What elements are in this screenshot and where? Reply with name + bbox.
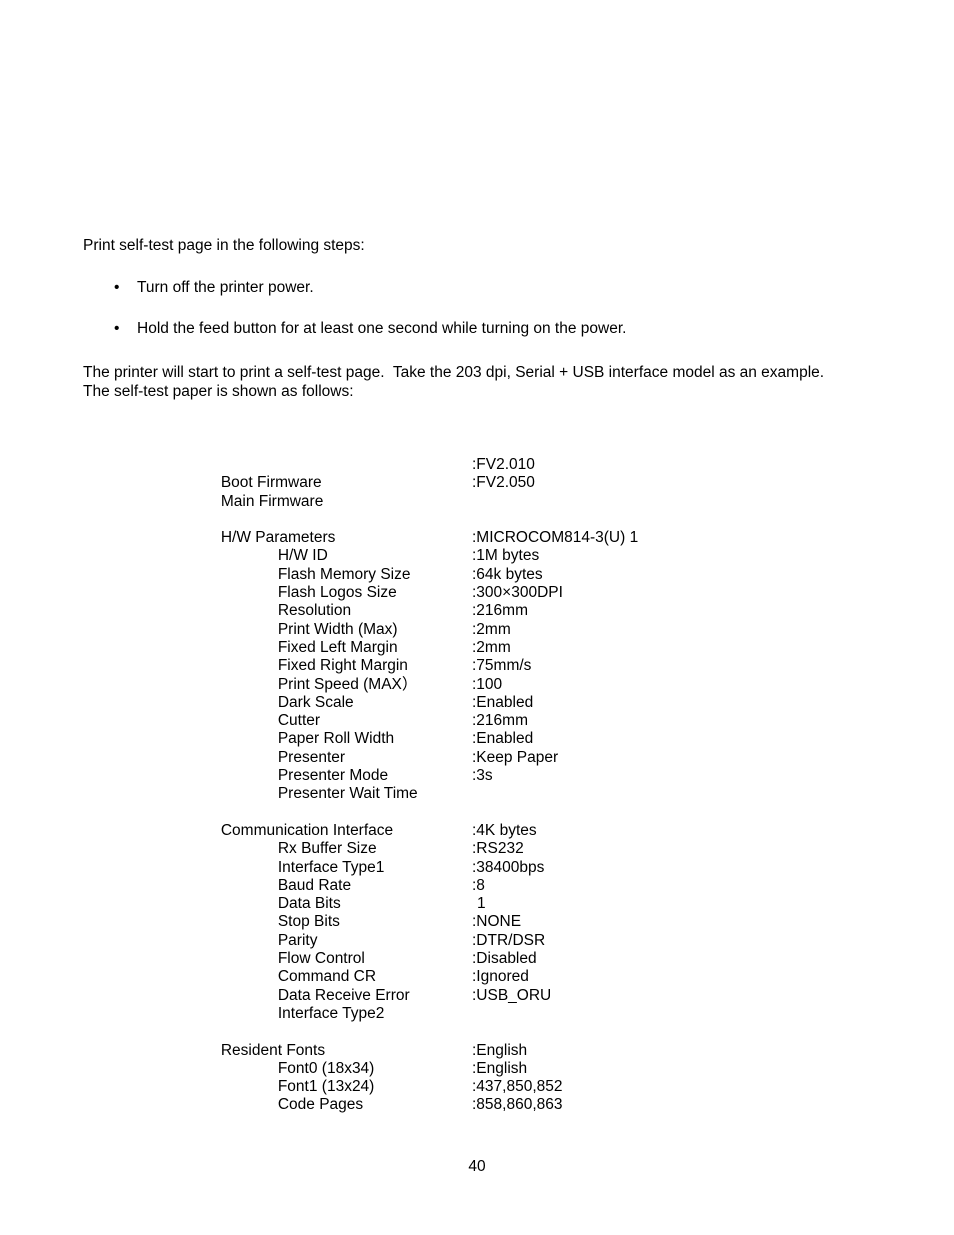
selftest-section-title: Communication Interface <box>195 804 835 839</box>
selftest-value: :858,860,863 <box>472 1096 563 1114</box>
selftest-value: :1M bytes <box>472 547 540 565</box>
selftest-row: Print Speed (MAX） :75mm/s <box>195 657 835 692</box>
selftest-row: Interface Type1 :RS232 <box>195 840 835 875</box>
closing-paragraph: The printer will start to print a self-t… <box>83 363 873 401</box>
selftest-row: Dark Scale :100 <box>195 675 835 711</box>
selftest-label: Interface Type2 <box>277 1004 385 1022</box>
intro-paragraph: Print self-test page in the following st… <box>83 237 365 254</box>
selftest-value: :Enabled <box>472 730 534 748</box>
selftest-row: Presenter Mode :Keep Paper <box>195 748 835 784</box>
selftest-row: Flash Memory Size :1M bytes <box>195 547 835 582</box>
selftest-row: Font1 (13x24) :English <box>195 1059 835 1095</box>
selftest-value: :437,850,852 <box>472 1078 563 1096</box>
selftest-value: :English <box>472 1059 528 1077</box>
selftest-row: Print Width (Max) :216mm <box>195 602 835 637</box>
selftest-printout: Boot Firmware :FV2.010 Main Firmware :FV… <box>195 456 835 1115</box>
instructions-block: Print self-test page in the following st… <box>83 236 873 401</box>
selftest-row: Flash Logos Size :64k bytes <box>195 565 835 601</box>
selftest-row: H/W ID :MICROCOM814-3(U) 1 <box>195 529 835 564</box>
document-page: Print self-test page in the following st… <box>0 0 954 1235</box>
selftest-value: :Keep Paper <box>472 748 559 766</box>
selftest-value: 1 <box>477 895 486 913</box>
page-number: 40 <box>468 1158 486 1175</box>
selftest-value: :300×300DPI <box>472 584 563 602</box>
step-text: Turn off the printer power. <box>137 279 314 296</box>
selftest-value: :FV2.010 <box>472 456 535 473</box>
selftest-row: Parity :NONE <box>195 913 835 948</box>
selftest-value: :38400bps <box>472 858 545 876</box>
selftest-row: Stop Bits 1 <box>195 895 835 930</box>
selftest-value: :RS232 <box>472 840 524 858</box>
selftest-value: :Disabled <box>472 950 537 968</box>
selftest-row: Data Bits :8 <box>195 876 835 912</box>
selftest-value: :216mm <box>472 602 528 620</box>
selftest-value: :75mm/s <box>472 657 532 675</box>
selftest-row: Rx Buffer Size :4K bytes <box>195 821 835 857</box>
list-item: • Turn off the printer power. <box>83 278 873 297</box>
selftest-row: Command CR :Disabled <box>195 950 835 985</box>
selftest-value: :Ignored <box>472 968 529 986</box>
selftest-row: Font0 (18x34) :English <box>195 1041 835 1077</box>
bullet-icon: • <box>114 279 120 296</box>
selftest-row: Main Firmware :FV2.050 <box>195 474 835 509</box>
selftest-value: :MICROCOM814-3(U) 1 <box>472 529 639 547</box>
selftest-value: :USB_ORU <box>472 986 552 1004</box>
selftest-row: Resolution :300×300DPI <box>195 584 835 619</box>
selftest-value: :English <box>472 1041 528 1059</box>
selftest-value: :8 <box>472 876 485 894</box>
bullet-icon: • <box>114 320 120 337</box>
steps-list: • Turn off the printer power. • Hold the… <box>83 278 873 338</box>
step-text: Hold the feed button for at least one se… <box>137 320 627 337</box>
selftest-value: :Enabled <box>472 693 534 711</box>
selftest-row: Interface Type2 :USB_ORU <box>195 986 835 1022</box>
selftest-section-title: H/W Parameters <box>195 511 835 546</box>
selftest-label: Main Firmware <box>220 492 324 510</box>
list-item: • Hold the feed button for at least one … <box>83 319 873 338</box>
selftest-row: Presenter Wait Time :3s <box>195 767 835 802</box>
selftest-value: :2mm <box>472 638 511 656</box>
selftest-label: Presenter Wait Time <box>277 785 418 803</box>
selftest-row: :858,860,863 <box>195 1096 835 1114</box>
selftest-value: :DTR/DSR <box>472 931 546 949</box>
selftest-value: :216mm <box>472 712 528 730</box>
selftest-value: :4K bytes <box>472 821 537 839</box>
selftest-row: Baud Rate :38400bps <box>195 858 835 894</box>
closing-line: The self-test paper is shown as follows: <box>83 383 354 400</box>
selftest-row: Fixed Right Margin :2mm <box>195 638 835 674</box>
selftest-value: :64k bytes <box>472 565 543 583</box>
selftest-row: Cutter :Enabled <box>195 693 835 729</box>
selftest-value: :100 <box>472 675 503 693</box>
closing-line: The printer will start to print a self-t… <box>83 364 825 381</box>
selftest-row: Flow Control :DTR/DSR <box>195 931 835 967</box>
selftest-row: Boot Firmware :FV2.010 <box>195 456 835 491</box>
selftest-row: Fixed Left Margin :2mm <box>195 620 835 656</box>
selftest-row: Data Receive Error :Ignored <box>195 968 835 1003</box>
selftest-value: :3s <box>472 767 493 785</box>
selftest-value: :FV2.050 <box>472 474 535 492</box>
selftest-row: Presenter :Enabled <box>195 730 835 765</box>
selftest-value: :NONE <box>472 913 522 931</box>
selftest-row: Code Pages :437,850,852 <box>195 1078 835 1113</box>
selftest-row: Paper Roll Width :216mm <box>195 712 835 747</box>
selftest-section-title: Resident Fonts <box>195 1023 835 1059</box>
selftest-value: :2mm <box>472 620 511 638</box>
